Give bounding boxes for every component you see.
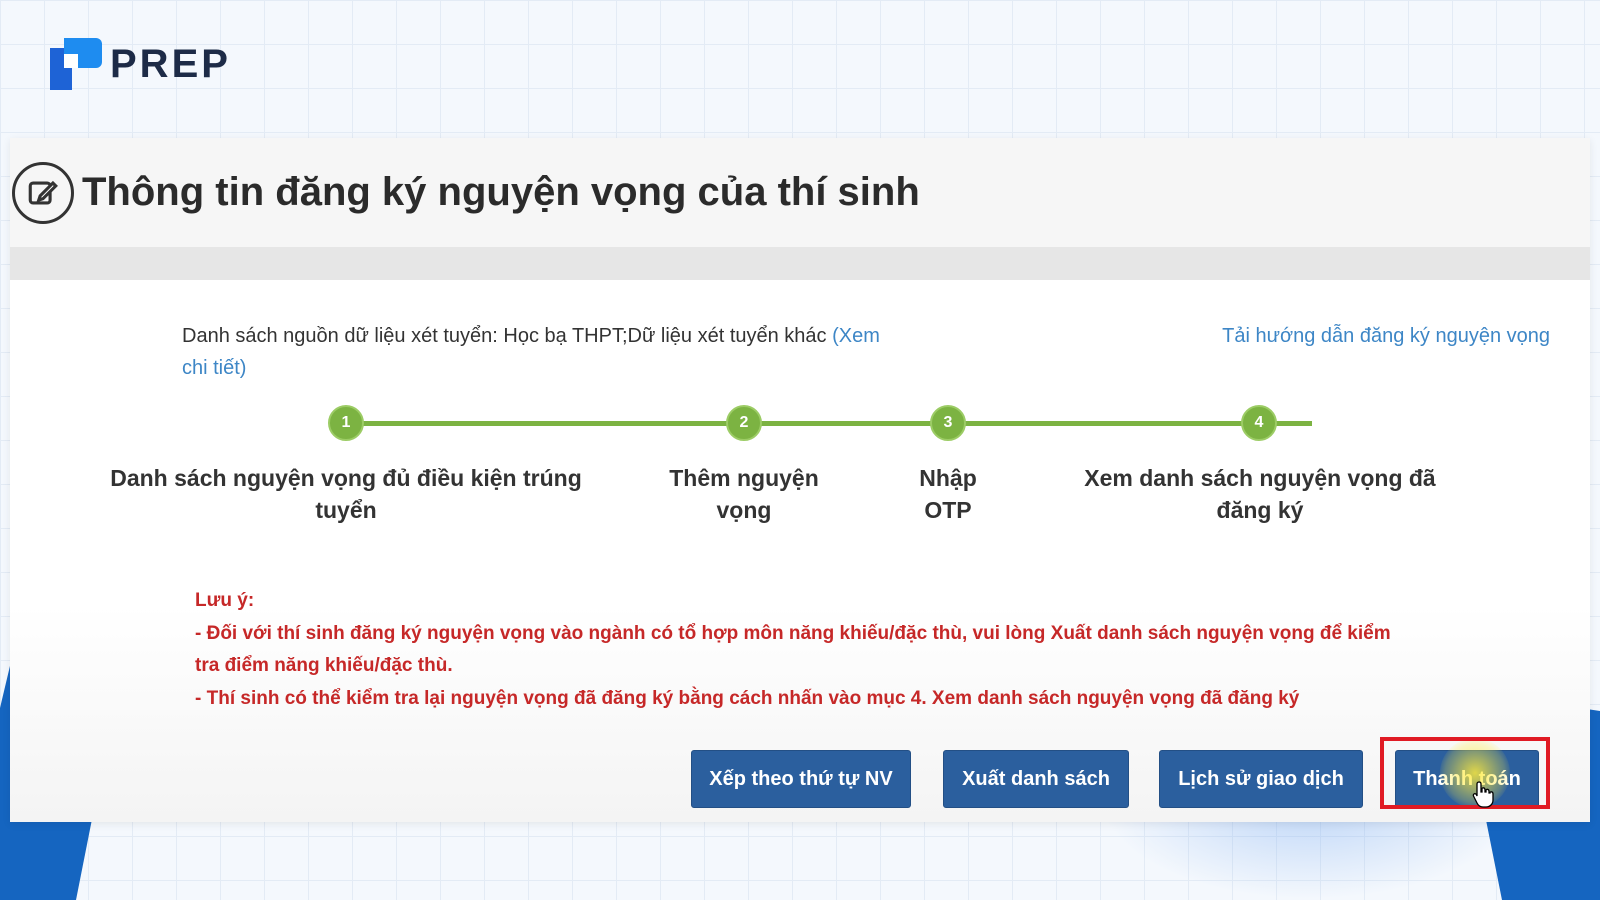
brand-logo: PREP — [50, 38, 231, 90]
registration-panel: Thông tin đăng ký nguyện vọng của thí si… — [10, 138, 1590, 822]
export-list-button[interactable]: Xuất danh sách — [943, 750, 1129, 808]
notes-title: Lưu ý: — [195, 590, 255, 611]
step-3-label[interactable]: Nhập OTP — [908, 462, 988, 526]
download-guide-link[interactable]: Tải hướng dẫn đăng ký nguyện vọng — [1222, 320, 1550, 352]
payment-button[interactable]: Thanh toán — [1395, 750, 1539, 808]
data-source-text: Danh sách nguồn dữ liệu xét tuyển: Học b… — [182, 320, 902, 384]
step-4-dot[interactable]: 4 — [1241, 405, 1277, 441]
step-2-label[interactable]: Thêm nguyện vọng — [664, 462, 824, 526]
note-item: - Thí sinh có thể kiểm tra lại nguyện vọ… — [195, 687, 1300, 709]
sort-by-priority-button[interactable]: Xếp theo thứ tự NV — [691, 750, 911, 808]
step-1-dot[interactable]: 1 — [328, 405, 364, 441]
stepper-line — [352, 421, 1312, 426]
step-2-dot[interactable]: 2 — [726, 405, 762, 441]
panel-header: Thông tin đăng ký nguyện vọng của thí si… — [10, 138, 1590, 248]
step-4-label[interactable]: Xem danh sách nguyện vọng đã đăng ký — [1078, 462, 1442, 526]
prep-logo-icon — [50, 38, 102, 90]
brand-name: PREP — [110, 41, 231, 86]
data-source-label: Danh sách nguồn dữ liệu xét tuyển: Học b… — [182, 325, 833, 347]
notes-section: Lưu ý: - Đối với thí sinh đăng ký nguyện… — [195, 585, 1395, 715]
page-title: Thông tin đăng ký nguyện vọng của thí si… — [82, 170, 920, 214]
step-3-dot[interactable]: 3 — [930, 405, 966, 441]
note-item: - Đối với thí sinh đăng ký nguyện vọng v… — [195, 622, 1391, 677]
transaction-history-button[interactable]: Lịch sử giao dịch — [1159, 750, 1363, 808]
divider-bar — [10, 248, 1590, 280]
step-1-label[interactable]: Danh sách nguyện vọng đủ điều kiện trúng… — [106, 462, 586, 526]
panel-body: Danh sách nguồn dữ liệu xét tuyển: Học b… — [10, 280, 1590, 822]
edit-icon — [12, 161, 74, 224]
